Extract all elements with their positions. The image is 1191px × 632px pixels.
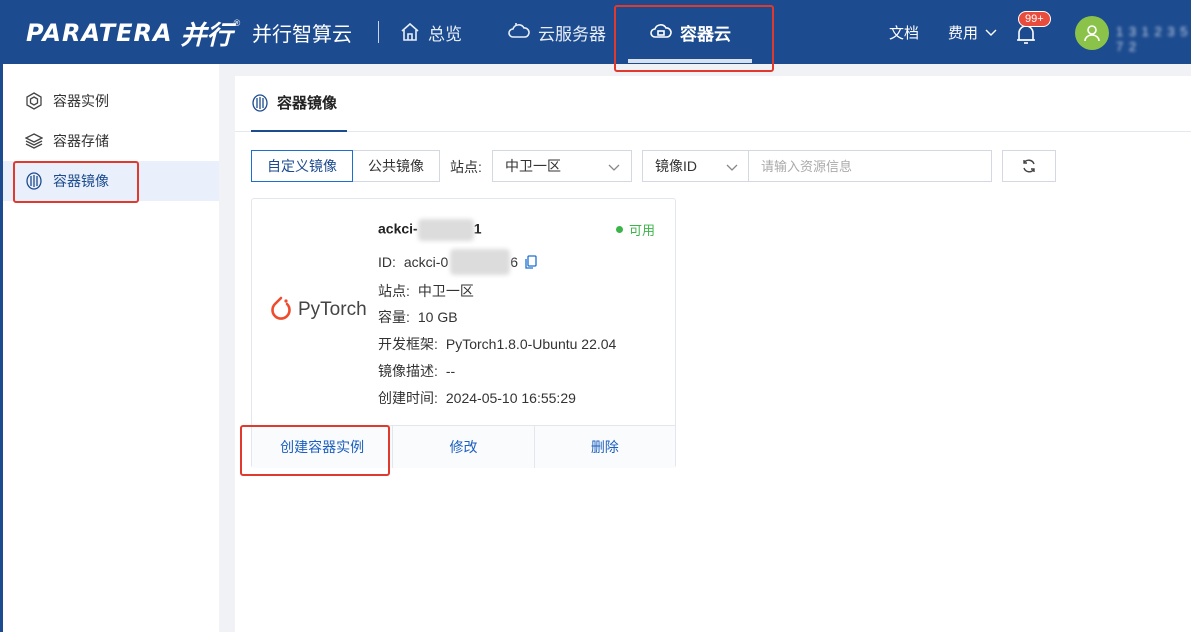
nav-overview-label: 总览 (428, 24, 462, 44)
framework-value: PyTorch1.8.0-Ubuntu 22.04 (445, 336, 617, 352)
redacted-blur (450, 249, 511, 275)
image-id-prefix: ackci-0 (403, 254, 449, 270)
site-filter-label: 站点: (450, 159, 482, 175)
registered-mark: ® (233, 18, 241, 28)
pytorch-logo: PyTorch (268, 295, 367, 325)
chevron-down-icon (608, 164, 620, 171)
created-time-row: 创建时间: 2024-05-10 16:55:29 (378, 388, 576, 408)
logo-english-text: PARATERA (26, 19, 173, 47)
highlight-box-sidebar (13, 161, 139, 203)
active-tab-indicator (251, 130, 347, 132)
header-divider (378, 21, 379, 43)
sidebar-item-label: 容器存储 (53, 133, 109, 149)
search-input[interactable] (748, 150, 992, 182)
capacity-label: 容量: (378, 309, 410, 325)
main-panel: 容器镜像 自定义镜像 公共镜像 站点: 中卫一区 镜像ID PyTorch ac… (235, 76, 1191, 632)
site-value: 中卫一区 (417, 283, 474, 299)
logo-chinese-text: 并行 (180, 20, 233, 51)
public-image-button[interactable]: 公共镜像 (353, 150, 440, 182)
highlight-box-nav (614, 5, 774, 72)
top-nav-bar: PARATERA 并行 ® 并行智算云 总览 云服务器 容器云 文档 费用 99… (0, 0, 1191, 64)
image-name-prefix: ackci- (378, 220, 418, 237)
capacity-value: 10 GB (417, 309, 458, 325)
description-row: 镜像描述: -- (378, 361, 455, 381)
site-select-value: 中卫一区 (505, 158, 561, 174)
chevron-down-icon (985, 29, 997, 36)
container-instance-icon (26, 92, 42, 110)
user-icon (1084, 25, 1100, 42)
paratera-logo[interactable]: PARATERA 并行 ® (26, 16, 241, 51)
created-time-value: 2024-05-10 16:55:29 (445, 390, 576, 406)
brand-name: 并行智算云 (252, 24, 352, 46)
storage-layers-icon (25, 133, 43, 149)
created-time-label: 创建时间: (378, 390, 438, 406)
status-dot (616, 226, 623, 233)
image-id-suffix: 6 (510, 254, 519, 270)
username[interactable]: 1 3 1 2 3 5 7 2 (1116, 24, 1191, 54)
tab-bar: 容器镜像 (235, 76, 1191, 132)
site-select[interactable]: 中卫一区 (492, 150, 632, 182)
image-type-toggle: 自定义镜像 公共镜像 (251, 150, 440, 182)
id-type-value: 镜像ID (655, 158, 697, 174)
image-name-suffix: 1 (473, 220, 482, 237)
highlight-box-create (240, 425, 390, 476)
site-label: 站点: (378, 283, 410, 299)
chevron-down-icon (726, 164, 738, 171)
framework-label: 开发框架: (378, 336, 438, 352)
capacity-row: 容量: 10 GB (378, 307, 458, 327)
copy-icon[interactable] (524, 255, 538, 269)
status-badge: 可用 (616, 220, 655, 239)
refresh-icon (1023, 159, 1035, 173)
fees-menu[interactable]: 费用 (948, 0, 998, 64)
description-value: -- (445, 363, 456, 379)
sidebar: 容器实例 容器存储 容器镜像 (0, 64, 219, 632)
image-id-row: ID: ackci-0 6 (378, 249, 538, 275)
nav-cloud-server[interactable]: 云服务器 (508, 0, 606, 64)
sidebar-item-container-storage[interactable]: 容器存储 (3, 121, 219, 161)
notification-badge: 99+ (1018, 11, 1051, 27)
tab-label: 容器镜像 (277, 95, 338, 112)
tab-container-image[interactable]: 容器镜像 (251, 92, 337, 113)
sidebar-item-label: 容器实例 (53, 93, 109, 109)
image-name: ackci- 1 (378, 219, 482, 241)
home-icon (401, 22, 419, 41)
nav-overview[interactable]: 总览 (400, 0, 462, 64)
site-row: 站点: 中卫一区 (378, 281, 474, 301)
sidebar-item-container-instance[interactable]: 容器实例 (3, 81, 219, 121)
refresh-button[interactable] (1002, 150, 1056, 182)
pytorch-flame-icon (271, 296, 291, 320)
cloud-server-icon (508, 23, 530, 38)
id-type-select[interactable]: 镜像ID (642, 150, 749, 182)
docs-link[interactable]: 文档 (889, 0, 919, 64)
redacted-blur (417, 219, 474, 241)
framework-row: 开发框架: PyTorch1.8.0-Ubuntu 22.04 (378, 334, 616, 354)
nav-cloud-server-label: 云服务器 (538, 24, 606, 44)
image-id-label: ID: (378, 254, 396, 270)
delete-button[interactable]: 删除 (533, 426, 675, 468)
description-label: 镜像描述: (378, 363, 438, 379)
status-text: 可用 (629, 223, 656, 238)
container-image-icon (252, 93, 268, 112)
fees-label: 费用 (948, 24, 979, 42)
edit-button[interactable]: 修改 (392, 426, 533, 468)
custom-image-button[interactable]: 自定义镜像 (251, 150, 353, 182)
pytorch-logo-text: PyTorch (298, 299, 367, 320)
avatar[interactable] (1075, 16, 1109, 50)
